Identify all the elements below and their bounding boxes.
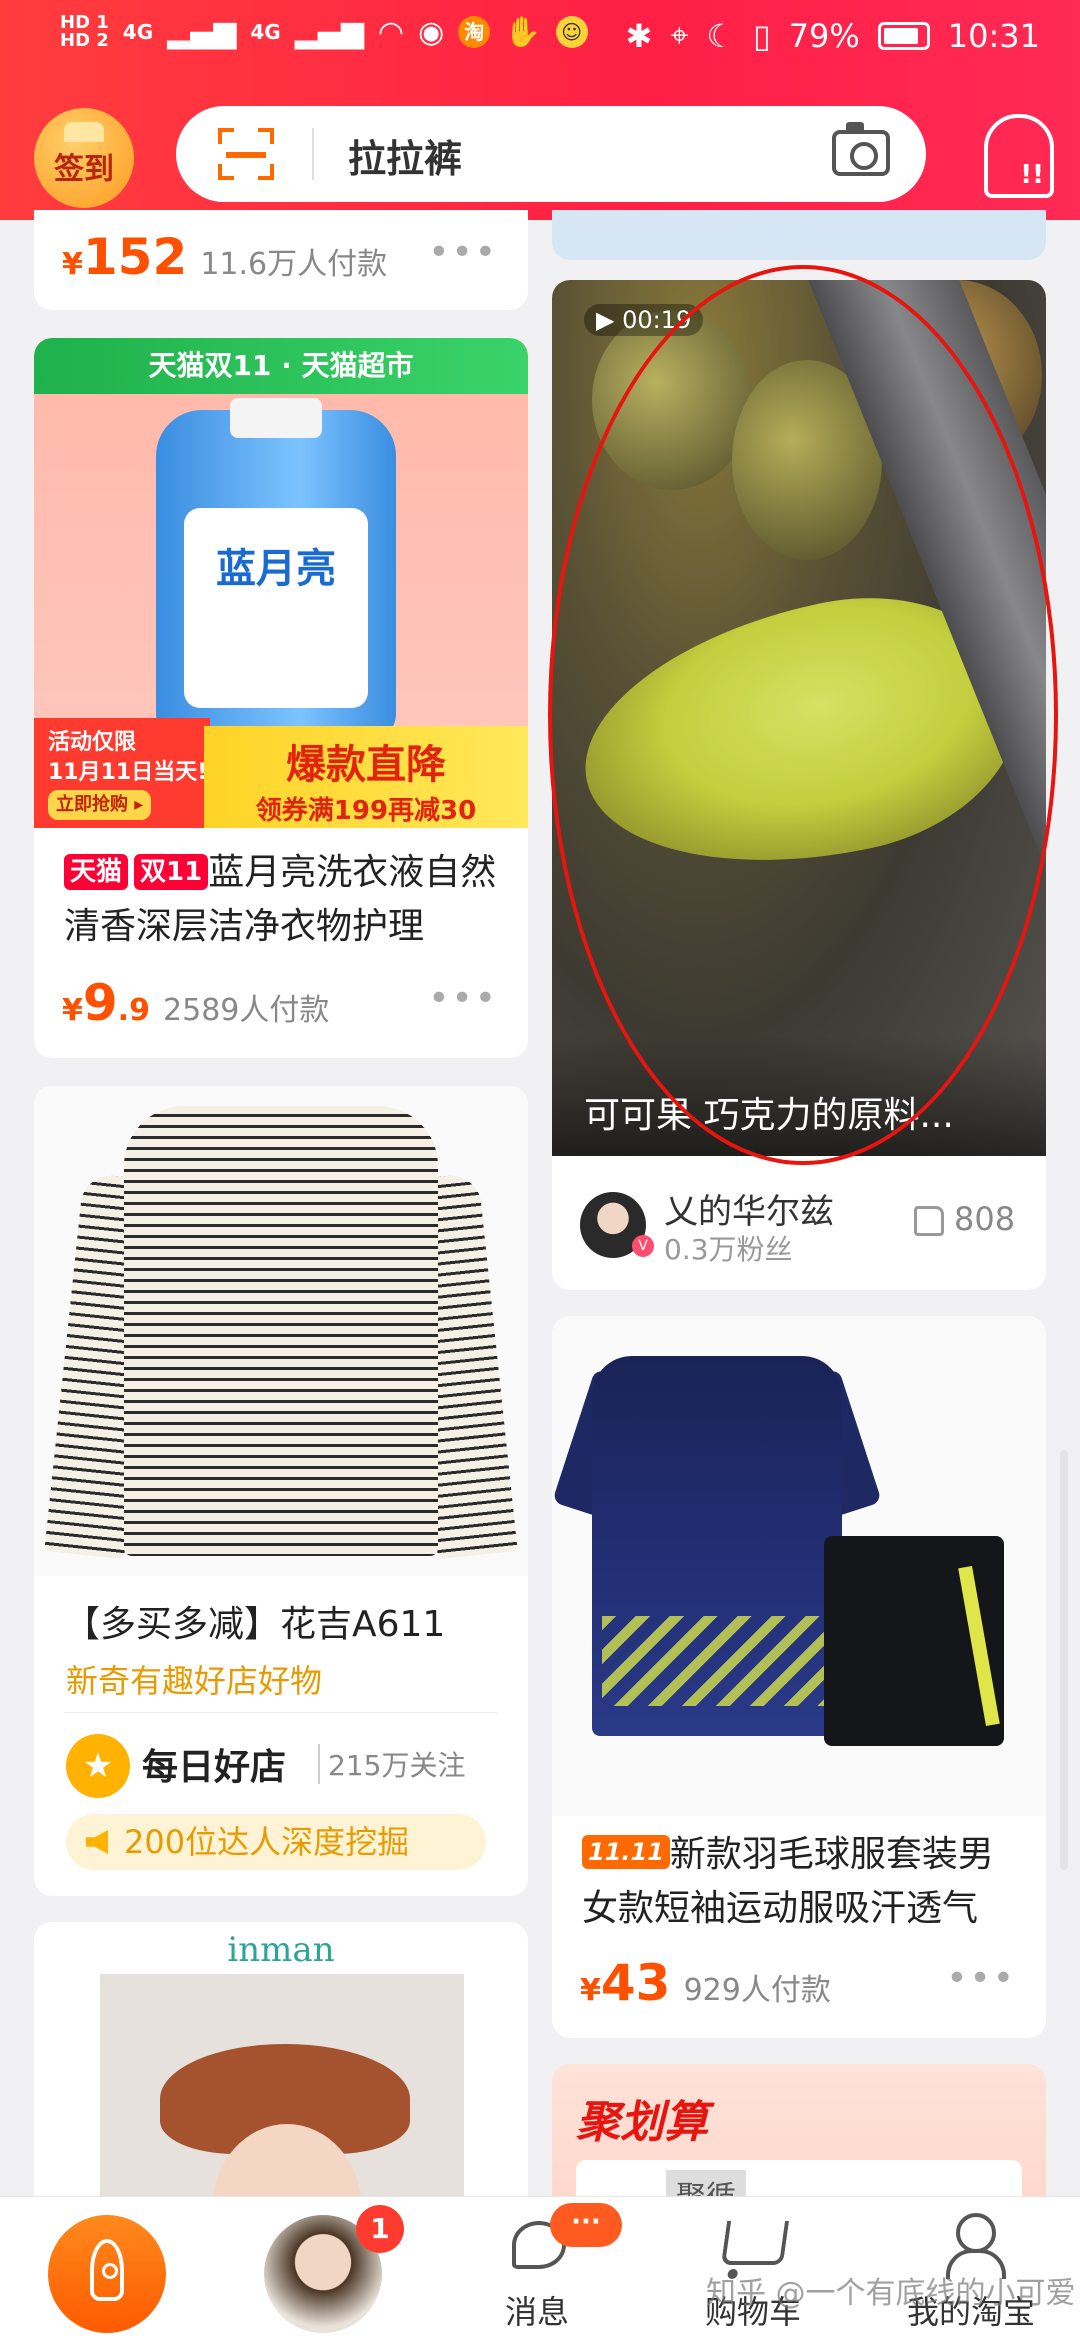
- sweater-body: [124, 1106, 438, 1556]
- paid-count: 2589人付款: [163, 993, 330, 1028]
- shorts: [824, 1536, 1004, 1746]
- app-notify-icon: ☺: [555, 16, 588, 48]
- tmall-tag: 天猫: [64, 854, 129, 890]
- cacao-pod: [592, 310, 752, 490]
- more-icon[interactable]: •••: [428, 978, 498, 1019]
- product-subtitle: 新奇有趣好店好物: [66, 1662, 323, 1700]
- battery-icon: [877, 21, 930, 50]
- product-card-partial[interactable]: ¥152 11.6万人付款 •••: [34, 210, 528, 310]
- paid-count: 929人付款: [683, 1973, 831, 2008]
- signin-cap-icon: [64, 122, 104, 142]
- double11-tag: 11.11: [582, 1835, 670, 1869]
- author-name[interactable]: 乂的华尔兹: [664, 1184, 834, 1233]
- price-line: ¥43 929人付款: [580, 1954, 831, 2012]
- product-title: 天猫 双11 蓝月亮洗衣液自然清香深层洁净衣物护理: [64, 852, 497, 947]
- product-card-inman[interactable]: inman: [34, 1922, 528, 2222]
- status-bar: HD 1 HD 2 4G ▂▄▆ 4G ▂▄▆ ◠ ◉ 淘 ✋ ☺ ✱ ⌖ ☾ ▯…: [0, 0, 1080, 72]
- more-icon[interactable]: •••: [946, 1958, 1016, 1999]
- like-count: 808: [954, 1200, 1016, 1238]
- brand-label: 蓝月亮: [184, 508, 368, 708]
- promo-banner: 天猫双11 · 天猫超市: [34, 338, 528, 394]
- price-line: ¥9.9 2589人付款: [62, 974, 329, 1032]
- messages-badge: ···: [550, 2203, 622, 2247]
- product-card-laundry[interactable]: 天猫双11 · 天猫超市 蓝月亮 活动仅限 11月11日当天! 立即抢购 ▸ 爆…: [34, 338, 528, 1058]
- price: ¥9.9: [62, 974, 150, 1032]
- product-title: 【多买多减】花吉A611: [64, 1604, 446, 1645]
- taobao-notify-icon: 淘: [458, 16, 491, 48]
- promo-bar: 活动仅限 11月11日当天! 立即抢购 ▸ 爆款直降 领券满199再减30: [34, 718, 528, 828]
- expert-pill[interactable]: 200位达人深度挖掘: [66, 1814, 486, 1870]
- sim-indicator: HD 1 HD 2: [60, 12, 109, 51]
- paid-count: 11.6万人付款: [200, 247, 388, 282]
- nav-home-button[interactable]: [48, 2215, 166, 2333]
- location-icon: ⌖: [670, 16, 689, 54]
- video-caption-bar: 可可果 巧克力的原料...: [552, 1036, 1046, 1156]
- bottle-cap: [230, 398, 322, 438]
- product-image: [552, 1316, 1046, 1816]
- author-fans: 0.3万粉丝: [664, 1233, 793, 1266]
- search-divider: [312, 128, 314, 180]
- video-duration: ▶ 00:19: [584, 304, 704, 336]
- shop-follow-count: 215万关注: [318, 1744, 465, 1784]
- cart-icon: [720, 2221, 790, 2265]
- product-image: [100, 1974, 464, 2222]
- nav-messages-label: 消息: [504, 2293, 569, 2331]
- camera-icon[interactable]: [832, 122, 890, 176]
- product-image: [34, 1086, 528, 1576]
- header: HD 1 HD 2 4G ▂▄▆ 4G ▂▄▆ ◠ ◉ 淘 ✋ ☺ ✱ ⌖ ☾ ▯…: [0, 0, 1080, 220]
- product-image: 天猫双11 · 天猫超市 蓝月亮 活动仅限 11月11日当天! 立即抢购 ▸ 爆…: [34, 338, 528, 828]
- shop-icon: ★: [66, 1734, 130, 1798]
- product-card-sport[interactable]: 11.11 新款羽毛球服套装男女款短袖运动服吸汗透气 ¥43 929人付款 •••: [552, 1316, 1046, 2038]
- scrollbar[interactable]: [1060, 1450, 1068, 1870]
- shop-name[interactable]: 每日好店: [142, 1738, 286, 1790]
- rocket-icon: [90, 2239, 124, 2301]
- signin-label: 签到: [54, 152, 114, 187]
- bluetooth-icon: ✱: [625, 16, 653, 55]
- signin-button[interactable]: 签到: [34, 108, 134, 208]
- more-icon[interactable]: •••: [428, 232, 498, 273]
- juhuasuan-title: 聚划算: [576, 2097, 708, 2148]
- video-caption: 可可果 巧克力的原料...: [584, 1095, 954, 1136]
- message-center-icon[interactable]: [984, 114, 1054, 198]
- video-card[interactable]: ▶ 00:19 可可果 巧克力的原料... V 乂的华尔兹 0.3万粉丝 808: [552, 280, 1046, 1290]
- search-bar[interactable]: 拉拉裤: [176, 106, 926, 202]
- product-card-sweater[interactable]: 【多买多减】花吉A611 新奇有趣好店好物 ★ 每日好店 215万关注 200位…: [34, 1086, 528, 1896]
- signal-4g-2-icon: 4G: [250, 20, 281, 44]
- thumbs-up-icon[interactable]: [914, 1206, 944, 1236]
- card-partial-top[interactable]: [552, 210, 1046, 260]
- speaker-icon: [86, 1830, 108, 1854]
- video-thumbnail: ▶ 00:19 可可果 巧克力的原料...: [552, 280, 1046, 1156]
- watermark: 知乎 @一个有底线的小可爱: [706, 2276, 1076, 2311]
- promo-right: 爆款直降 领券满199再减30: [204, 726, 528, 828]
- avatar-badge: 1: [356, 2205, 404, 2253]
- price: ¥152: [62, 228, 188, 286]
- product-title: 11.11 新款羽毛球服套装男女款短袖运动服吸汗透气: [582, 1834, 994, 1929]
- brand-logo: inman: [227, 1930, 335, 1970]
- battery-level: 79%: [788, 16, 860, 55]
- buy-now-button: 立即抢购 ▸: [48, 790, 152, 820]
- vibrate-icon: ▯: [753, 16, 771, 55]
- search-input[interactable]: 拉拉裤: [348, 128, 462, 183]
- user-icon: [946, 2213, 1006, 2279]
- signal-4g-icon: 4G: [122, 20, 154, 44]
- moon-icon: ☾: [706, 16, 736, 55]
- wifi-icon: ◠: [377, 14, 405, 50]
- verified-icon: V: [632, 1235, 654, 1257]
- eye-icon: ◉: [418, 14, 445, 50]
- divider: [64, 1712, 498, 1713]
- double11-tag: 双11: [134, 854, 209, 890]
- price: ¥43: [580, 1954, 671, 2012]
- jersey-pattern: [602, 1616, 832, 1706]
- signal-bars-icon: ▂▄▆: [167, 14, 237, 50]
- signal-bars-2-icon: ▂▄▆: [294, 14, 364, 50]
- promo-left: 活动仅限 11月11日当天! 立即抢购 ▸: [34, 718, 210, 828]
- clock: 10:31: [947, 16, 1040, 55]
- scan-icon[interactable]: [218, 128, 274, 180]
- hand-icon: ✋: [504, 14, 542, 50]
